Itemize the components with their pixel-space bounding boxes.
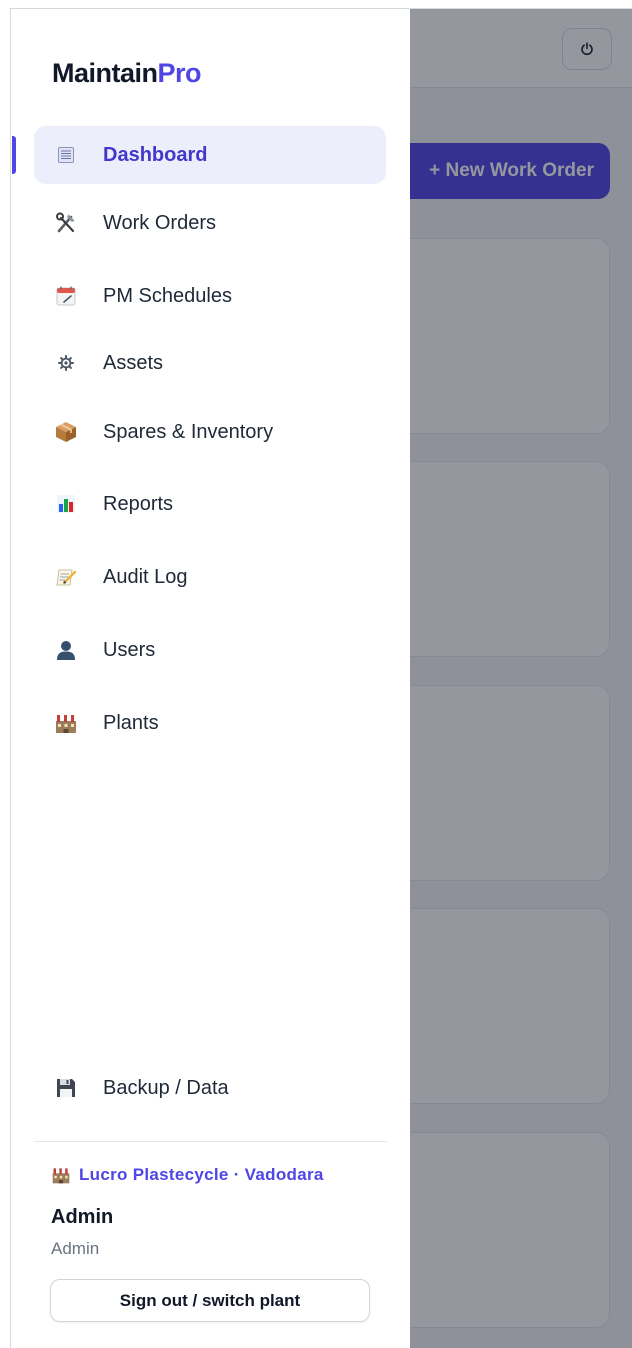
sidebar-divider [34,1141,387,1142]
brand-name-main: Maintain [52,58,158,88]
floppy-disk-icon [52,1075,79,1102]
brand-logo[interactable]: MaintainPro [52,58,202,89]
app-root: + New Work Order MaintainPro Dashboard W… [0,0,632,1348]
window-border-top [10,8,632,9]
sidebar-item-label: Dashboard [103,143,208,166]
factory-icon [52,710,79,737]
sidebar-item-assets[interactable]: Assets [34,334,386,392]
package-icon [52,419,79,446]
brand-name-accent: Pro [157,58,202,88]
sidebar-item-dashboard[interactable]: Dashboard [34,126,386,184]
sidebar-item-label: Audit Log [103,565,188,588]
memo-icon [52,564,79,591]
sidebar-item-audit-log[interactable]: Audit Log [34,548,386,606]
sidebar-item-plants[interactable]: Plants [34,694,386,752]
sidebar-item-users[interactable]: Users [34,621,386,679]
user-name: Admin [51,1206,114,1228]
sign-out-button[interactable]: Sign out / switch plant [50,1279,370,1322]
sidebar-item-label: PM Schedules [103,284,232,307]
sidebar-item-label: Reports [103,492,174,515]
plant-name: Lucro Plastecycle · Vadodara [79,1165,324,1184]
tools-icon [52,210,79,237]
sidebar-item-work-orders[interactable]: Work Orders [34,194,386,252]
sidebar-item-spares-inventory[interactable]: Spares & Inventory [34,403,386,461]
window-border-left [10,8,11,1348]
current-plant: Lucro Plastecycle · Vadodara [51,1165,324,1185]
sidebar-item-label: Work Orders [103,211,216,234]
gear-icon [52,350,79,377]
dashboard-icon [52,142,79,169]
bar-chart-icon [52,491,79,518]
sidebar-item-reports[interactable]: Reports [34,475,386,533]
factory-icon [51,1165,71,1185]
sidebar-item-label: Users [103,638,156,661]
sidebar-item-label: Backup / Data [103,1076,229,1099]
user-icon [52,637,79,664]
sidebar-item-label: Plants [103,711,159,734]
sidebar-item-backup-data[interactable]: Backup / Data [34,1059,386,1117]
sidebar-item-label: Spares & Inventory [103,420,274,443]
user-role: Admin [51,1239,100,1258]
sidebar-item-pm-schedules[interactable]: PM Schedules [34,267,386,325]
active-indicator [12,136,16,174]
calendar-icon [52,283,79,310]
sidebar-item-label: Assets [103,351,164,374]
sidebar: MaintainPro Dashboard Work Orders PM Sch… [11,9,410,1348]
